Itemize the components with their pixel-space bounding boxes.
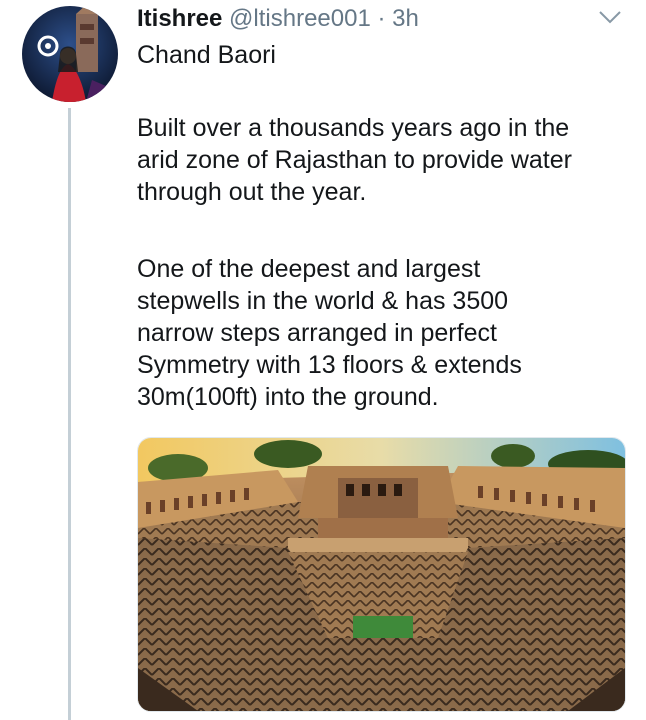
user-handle[interactable]: @ltishree001 xyxy=(229,5,371,32)
tweet-photo[interactable] xyxy=(137,437,626,712)
tweet-title: Chand Baori xyxy=(137,41,276,69)
avatar[interactable] xyxy=(22,6,118,102)
chevron-down-icon[interactable] xyxy=(596,6,624,28)
display-name[interactable]: Itishree xyxy=(137,5,222,32)
stepwell-photo xyxy=(138,438,625,711)
tweet-paragraph-1: Built over a thousands years ago in the … xyxy=(137,114,572,206)
avatar-image xyxy=(22,6,118,102)
timestamp[interactable]: 3h xyxy=(392,5,419,32)
tweet-header: Itishree @ltishree001 · 3h xyxy=(137,4,419,34)
separator-dot: · xyxy=(377,5,386,32)
thread-line xyxy=(68,108,71,720)
tweet-paragraph-2: One of the deepest and largest stepwells… xyxy=(137,255,522,411)
